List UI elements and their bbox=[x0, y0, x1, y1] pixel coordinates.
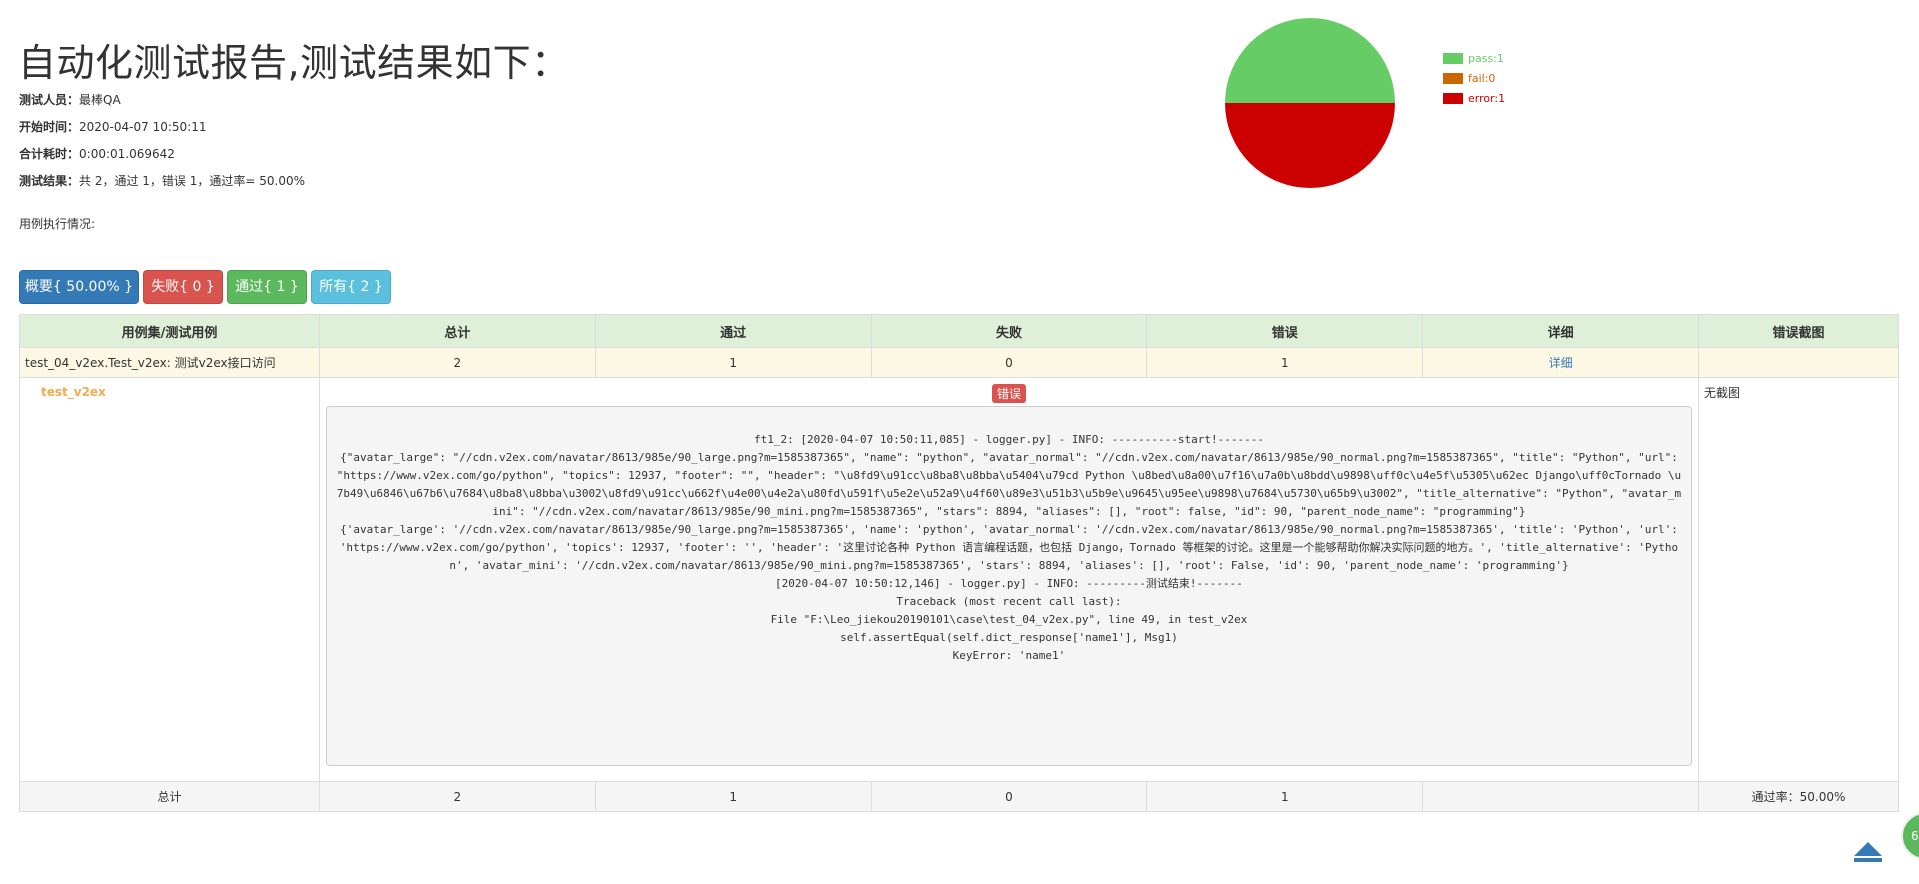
legend-item-pass: pass:1 bbox=[1443, 48, 1505, 68]
header-total: 总计 bbox=[318, 314, 596, 348]
result-value: 共 2，通过 1，错误 1，通过率= 50.00% bbox=[79, 174, 305, 188]
case-detail-cell: 详细 bbox=[1422, 347, 1700, 378]
case-total: 2 bbox=[318, 347, 596, 378]
header-detail: 详细 bbox=[1422, 314, 1700, 348]
start-time-label: 开始时间： bbox=[19, 120, 80, 134]
tester-line: 测试人员：最棒QA bbox=[19, 91, 121, 108]
all-filter-button[interactable]: 所有{ 2 } bbox=[311, 270, 391, 304]
total-label: 总计 bbox=[19, 781, 320, 812]
total-error: 1 bbox=[1146, 781, 1424, 812]
legend-swatch bbox=[1443, 52, 1463, 64]
duration-label: 合计耗时： bbox=[19, 147, 80, 161]
legend-item-fail: fail:0 bbox=[1443, 68, 1505, 88]
filter-buttons: 概要{ 50.00% } 失败{ 0 } 通过{ 1 } 所有{ 2 } bbox=[19, 270, 395, 304]
test-name: test_v2ex bbox=[41, 385, 106, 399]
start-time-value: 2020-04-07 10:50:11 bbox=[79, 120, 207, 134]
no-screenshot: 无截图 bbox=[1698, 377, 1899, 782]
duration-value: 0:00:01.069642 bbox=[79, 147, 175, 161]
legend-swatch bbox=[1443, 92, 1463, 104]
total-pass: 1 bbox=[594, 781, 872, 812]
tester-label: 测试人员： bbox=[19, 93, 80, 107]
legend-item-error: error:1 bbox=[1443, 88, 1505, 108]
pie-svg bbox=[1225, 18, 1395, 188]
tester-value: 最棒QA bbox=[79, 93, 121, 107]
case-pass: 1 bbox=[594, 347, 872, 378]
pass-filter-button[interactable]: 通过{ 1 } bbox=[227, 270, 307, 304]
header-screenshot: 错误截图 bbox=[1698, 314, 1899, 348]
case-name: test_04_v2ex.Test_v2ex: 测试v2ex接口访问 bbox=[19, 347, 320, 378]
total-detail bbox=[1422, 781, 1700, 812]
header-pass: 通过 bbox=[594, 314, 872, 348]
summary-button[interactable]: 概要{ 50.00% } bbox=[19, 270, 139, 304]
total-rate: 通过率：50.00% bbox=[1698, 781, 1899, 812]
detail-log-cell: 错误 ft1_2: [2020-04-07 10:50:11,085] - lo… bbox=[318, 377, 1700, 782]
detail-test-cell: test_v2ex bbox=[19, 377, 320, 782]
duration-line: 合计耗时：0:00:01.069642 bbox=[19, 145, 175, 162]
log-output: ft1_2: [2020-04-07 10:50:11,085] - logge… bbox=[325, 406, 1693, 766]
start-time-line: 开始时间：2020-04-07 10:50:11 bbox=[19, 118, 206, 135]
pie-legend: pass:1 fail:0 error:1 bbox=[1443, 48, 1505, 108]
detail-link[interactable]: 详细 bbox=[1549, 356, 1573, 370]
scroll-top-icon[interactable] bbox=[1854, 842, 1882, 862]
legend-label: error:1 bbox=[1468, 91, 1506, 105]
total-fail: 0 bbox=[870, 781, 1148, 812]
page-title: 自动化测试报告,测试结果如下： bbox=[18, 41, 570, 85]
result-table: 用例集/测试用例 总计 通过 失败 错误 详细 错误截图 test_04_v2e… bbox=[19, 314, 1899, 812]
detail-row: test_v2ex 错误 ft1_2: [2020-04-07 10:50:11… bbox=[19, 377, 1899, 782]
case-error: 1 bbox=[1146, 347, 1424, 378]
legend-label: pass:1 bbox=[1468, 51, 1504, 65]
case-fail: 0 bbox=[870, 347, 1148, 378]
case-screenshot bbox=[1698, 347, 1899, 378]
error-badge-button[interactable]: 错误 bbox=[991, 384, 1026, 403]
result-pie-chart bbox=[1225, 18, 1395, 192]
table-row: test_04_v2ex.Test_v2ex: 测试v2ex接口访问 2 1 0… bbox=[19, 347, 1899, 378]
header-case: 用例集/测试用例 bbox=[19, 314, 320, 348]
pie-slice-error bbox=[1225, 103, 1395, 188]
table-header-row: 用例集/测试用例 总计 通过 失败 错误 详细 错误截图 bbox=[19, 314, 1899, 348]
result-label: 测试结果： bbox=[19, 174, 80, 188]
total-row: 总计 2 1 0 1 通过率：50.00% bbox=[19, 781, 1899, 812]
result-line: 测试结果：共 2，通过 1，错误 1，通过率= 50.00% bbox=[19, 172, 305, 189]
header-error: 错误 bbox=[1146, 314, 1424, 348]
exec-label: 用例执行情况: bbox=[19, 217, 96, 231]
header-fail: 失败 bbox=[870, 314, 1148, 348]
pie-slice-pass bbox=[1225, 18, 1395, 103]
floating-badge[interactable]: 64 bbox=[1901, 812, 1919, 860]
fail-filter-button[interactable]: 失败{ 0 } bbox=[143, 270, 223, 304]
total-count: 2 bbox=[318, 781, 596, 812]
legend-swatch bbox=[1443, 72, 1463, 84]
legend-label: fail:0 bbox=[1468, 71, 1496, 85]
